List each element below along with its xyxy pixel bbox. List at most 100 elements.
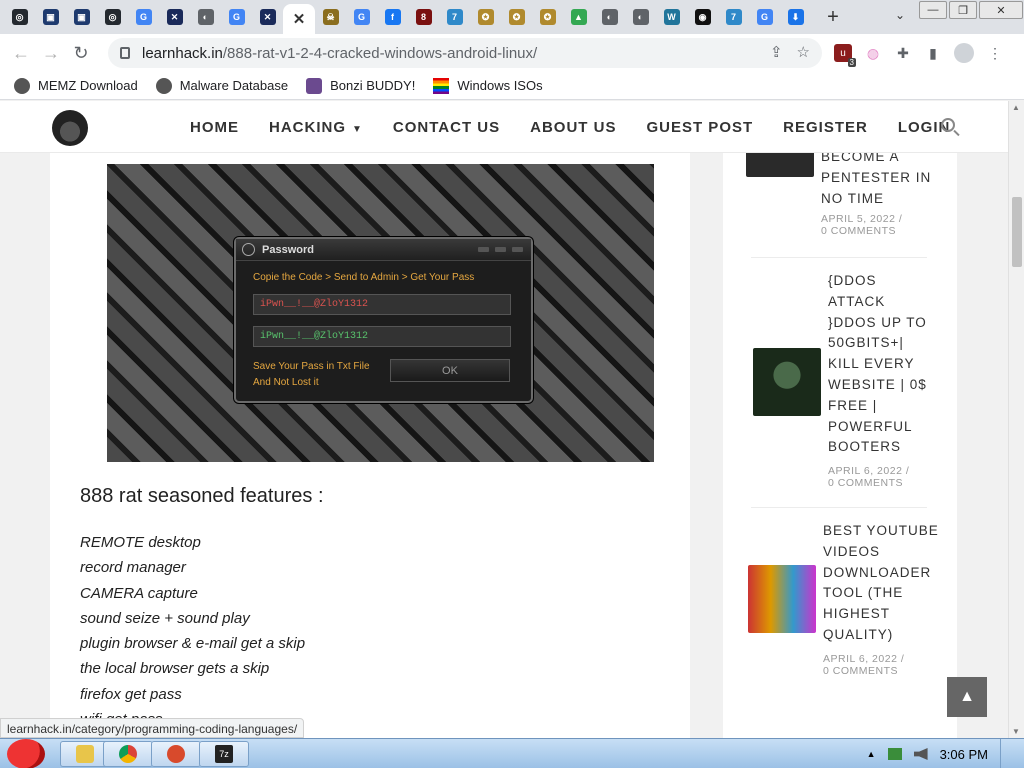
tab[interactable]: ◐ <box>190 3 221 31</box>
reload-button[interactable]: ↻ <box>66 38 96 68</box>
nav-hacking[interactable]: HACKING ▼ <box>269 119 363 136</box>
tab[interactable]: ◐ <box>625 3 656 31</box>
tab[interactable]: ✪ <box>501 3 532 31</box>
scroll-to-top-button[interactable]: ▲ <box>947 677 987 717</box>
nav-register[interactable]: REGISTER <box>783 119 868 136</box>
post-thumbnail[interactable] <box>753 348 821 416</box>
facebook-icon: f <box>384 9 401 25</box>
tab[interactable]: G <box>221 3 252 31</box>
nav-contact-us[interactable]: CONTACT US <box>393 119 500 136</box>
post-title[interactable]: BECOME A PENTESTER IN NO TIME <box>821 153 931 209</box>
bookmark-malware-database[interactable]: Malware Database <box>155 77 288 94</box>
side-panel-icon[interactable]: ▮ <box>924 44 942 62</box>
feature-item: record manager <box>80 559 186 577</box>
lock-icon[interactable] <box>120 47 130 59</box>
forward-button[interactable]: → <box>36 38 66 68</box>
tab[interactable]: G <box>128 3 159 31</box>
scroll-up-icon[interactable]: ▲ <box>1012 103 1020 112</box>
post-title[interactable]: {DDOS ATTACK}DDOS UP TO 50GBITS+| KILL EVER… <box>828 271 927 458</box>
close-window-button[interactable]: ✕ <box>979 1 1023 19</box>
tab[interactable]: ◎ <box>97 3 128 31</box>
taskbar-chrome[interactable] <box>103 741 153 767</box>
post-thumbnail[interactable] <box>746 153 814 177</box>
chevron-down-icon: ▼ <box>352 124 363 135</box>
app-icon <box>167 745 185 763</box>
scroll-down-icon[interactable]: ▼ <box>1012 727 1020 736</box>
nav-home[interactable]: HOME <box>190 119 239 136</box>
start-button[interactable] <box>4 733 50 768</box>
close-icon[interactable]: ✕ <box>293 10 306 28</box>
extensions-area: u3 ◍ ✚ ▮ ⋮ <box>834 38 1004 68</box>
scrollbar-thumb[interactable] <box>1012 197 1022 267</box>
wordpress-icon: W <box>663 9 680 25</box>
bookmark-windows-isos[interactable]: Windows ISOs <box>433 77 543 94</box>
post-title-line: {DDOS <box>828 273 877 288</box>
post-title[interactable]: BEST YOUTUBE VIDEOS DOWNLOADER TOOL (THE HIG… <box>823 521 939 646</box>
download-icon: ⬇ <box>787 9 804 25</box>
network-icon[interactable] <box>887 748 902 760</box>
tab[interactable]: W <box>656 3 687 31</box>
globe-icon: ◐ <box>197 9 214 25</box>
clock[interactable]: 3:06 PM <box>940 747 988 762</box>
profile-avatar[interactable] <box>954 43 974 63</box>
tab[interactable]: ◉ <box>687 3 718 31</box>
menu-kebab-icon[interactable]: ⋮ <box>986 44 1004 62</box>
bookmark-bonzi-buddy[interactable]: Bonzi BUDDY! <box>306 77 415 94</box>
nav-about-us[interactable]: ABOUT US <box>530 119 616 136</box>
chrome-icon <box>119 745 137 763</box>
tab[interactable]: ▣ <box>66 3 97 31</box>
tab[interactable]: ▲ <box>563 3 594 31</box>
volume-icon[interactable] <box>913 748 928 760</box>
site-logo[interactable] <box>52 110 88 146</box>
search-icon[interactable] <box>941 118 955 132</box>
tab[interactable]: f <box>377 3 408 31</box>
tab[interactable]: ⬇ <box>780 3 811 31</box>
post-comments[interactable]: 0 COMMENTS <box>821 225 902 237</box>
tab[interactable]: ☠ <box>315 3 346 31</box>
post-comments[interactable]: 0 COMMENTS <box>823 665 904 677</box>
tab[interactable]: G <box>346 3 377 31</box>
post-thumbnail[interactable] <box>748 565 816 633</box>
show-hidden-icons[interactable]: ▲ <box>867 749 876 759</box>
tab-active[interactable]: ✕ <box>283 4 315 34</box>
dialog-note: Save Your Pass in Txt File And Not Lost … <box>253 359 383 391</box>
tab[interactable]: ◐ <box>594 3 625 31</box>
tab-search-icon[interactable]: ⌄ <box>895 8 905 22</box>
taskbar-7zip[interactable]: 7z <box>199 741 249 767</box>
puzzle-icon[interactable]: ✚ <box>894 44 912 62</box>
bookmark-star-icon[interactable]: ☆ <box>797 43 810 61</box>
tab[interactable]: 7 <box>439 3 470 31</box>
app-logo-icon <box>242 243 255 256</box>
new-tab-button[interactable]: + <box>819 3 847 31</box>
tab[interactable]: ✪ <box>532 3 563 31</box>
address-bar[interactable]: learnhack.in/888-rat-v1-2-4-cracked-wind… <box>108 38 822 68</box>
rainbow-flag-icon <box>433 77 450 94</box>
post-comments[interactable]: 0 COMMENTS <box>828 477 909 489</box>
minimize-button[interactable]: — <box>919 1 947 19</box>
back-button[interactable]: ← <box>6 38 36 68</box>
globe-icon: ◐ <box>601 9 618 25</box>
bookmark-memz[interactable]: MEMZ Download <box>14 77 138 94</box>
bookmark-label: Windows ISOs <box>457 78 543 93</box>
tab[interactable]: G <box>749 3 780 31</box>
article-content: Password Copie the Code > Send to Admin … <box>50 153 690 738</box>
google-icon: G <box>228 9 245 25</box>
bookmark-label: MEMZ Download <box>38 78 138 93</box>
taskbar-app[interactable] <box>151 741 201 767</box>
restore-button[interactable]: ❐ <box>949 1 977 19</box>
tab[interactable]: ✪ <box>470 3 501 31</box>
page-scrollbar[interactable]: ▲ ▼ <box>1008 101 1024 738</box>
tab[interactable]: ✕ <box>159 3 190 31</box>
show-desktop-button[interactable] <box>1000 739 1010 768</box>
tab[interactable]: 7 <box>718 3 749 31</box>
share-icon[interactable]: ⇪ <box>770 43 783 61</box>
ublock-badge: 3 <box>847 58 856 67</box>
ublock-origin-icon[interactable]: u3 <box>834 44 856 67</box>
tab[interactable]: ▣ <box>35 3 66 31</box>
extension-icon[interactable]: ◍ <box>864 44 882 62</box>
section-heading: 888 rat seasoned features : <box>80 485 324 507</box>
nav-guest-post[interactable]: GUEST POST <box>646 119 753 136</box>
tab[interactable]: 8 <box>408 3 439 31</box>
tab[interactable]: ◎ <box>4 3 35 31</box>
tab[interactable]: ✕ <box>252 3 283 31</box>
